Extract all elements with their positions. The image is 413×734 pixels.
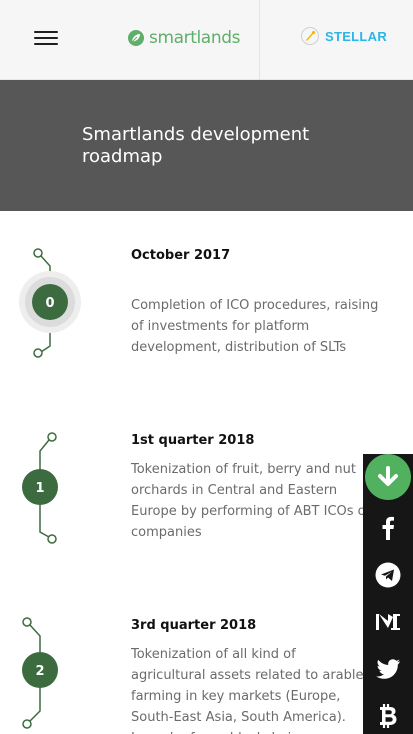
social-sidebar — [363, 454, 413, 734]
page-banner: Smartlands development roadmap — [0, 80, 413, 211]
bitcoin-icon[interactable] — [363, 693, 413, 734]
timeline-node-0: 0 — [19, 248, 81, 358]
stellar-rocket-icon — [301, 27, 319, 45]
step-number: 2 — [35, 664, 44, 679]
roadmap-item: 0 October 2017 Completion of ICO procedu… — [0, 211, 413, 396]
milestone-date: 1st quarter 2018 — [131, 433, 255, 448]
milestone-date: 3rd quarter 2018 — [131, 618, 257, 633]
facebook-icon[interactable] — [363, 505, 413, 551]
step-number: 1 — [35, 481, 44, 496]
step-number: 0 — [45, 296, 54, 311]
download-icon[interactable] — [365, 454, 411, 500]
smartlands-logo[interactable]: smartlands — [127, 27, 240, 49]
partner-name: STELLAR — [325, 28, 388, 44]
stellar-logo[interactable]: STELLAR — [300, 26, 387, 46]
page-title: Smartlands development roadmap — [82, 124, 310, 167]
milestone-description: Tokenization of all kind of agricultural… — [131, 647, 364, 734]
timeline-node-2: 2 — [22, 617, 58, 729]
roadmap-item: 1 1st quarter 2018 Tokenization of fruit… — [0, 396, 413, 581]
roadmap-item: 2 3rd quarter 2018 Tokenization of all k… — [0, 581, 413, 734]
medium-icon[interactable] — [363, 599, 413, 645]
telegram-icon[interactable] — [363, 552, 413, 598]
milestone-date: October 2017 — [131, 248, 231, 263]
milestone-description: Completion of ICO procedures, raising of… — [131, 298, 379, 355]
brand-name: smartlands — [149, 28, 241, 48]
milestone-description: Tokenization of fruit, berry and nut orc… — [131, 462, 371, 540]
header-divider — [259, 0, 260, 80]
smartlands-leaf-icon — [128, 30, 144, 46]
twitter-icon[interactable] — [363, 646, 413, 692]
menu-icon[interactable] — [34, 30, 58, 48]
timeline-node-1: 1 — [22, 432, 58, 544]
site-header: smartlands STELLAR — [0, 0, 413, 80]
